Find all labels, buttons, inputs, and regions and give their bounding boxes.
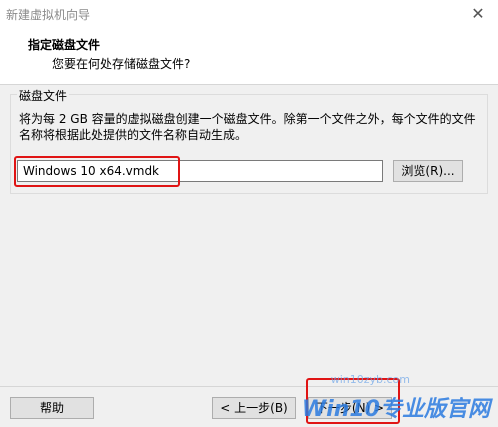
page-title: 指定磁盘文件: [28, 38, 101, 52]
footer-separator: [0, 386, 498, 387]
back-button[interactable]: < 上一步(B): [212, 397, 296, 419]
watermark-logo: win10zyb.com Win10专业版官网: [301, 373, 490, 423]
help-button[interactable]: 帮助: [10, 397, 94, 419]
window-title: 新建虚拟机向导: [6, 8, 91, 22]
group-description: 将为每 2 GB 容量的虚拟磁盘创建一个磁盘文件。除第一个文件之外，每个文件的文…: [19, 112, 476, 142]
title-bar: 新建虚拟机向导 ✕: [0, 0, 498, 28]
disk-file-name-input[interactable]: [17, 160, 383, 182]
watermark-url: win10zyb.com: [330, 373, 410, 386]
wizard-header: 指定磁盘文件 您要在何处存储磁盘文件?: [0, 28, 498, 85]
group-legend: 磁盘文件: [17, 87, 70, 104]
watermark-text: Win10专业版官网: [301, 397, 490, 422]
close-icon[interactable]: ✕: [466, 4, 490, 24]
browse-button[interactable]: 浏览(R)...: [393, 160, 463, 182]
page-subtitle: 您要在何处存储磁盘文件?: [52, 57, 191, 71]
